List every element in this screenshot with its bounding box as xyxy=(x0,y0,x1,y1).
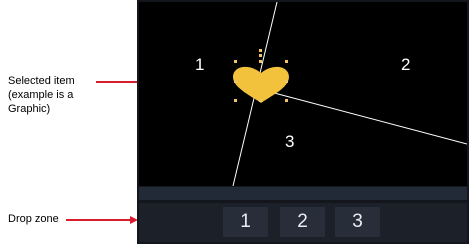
drop-slot-2[interactable]: 2 xyxy=(280,207,325,237)
region-label-3: 3 xyxy=(285,132,295,151)
selection-handle[interactable] xyxy=(285,60,288,63)
stage-canvas[interactable]: 1 2 3 xyxy=(139,2,467,186)
heart-icon xyxy=(233,66,289,103)
stage-bottom-bar xyxy=(139,187,467,200)
selection-handle[interactable] xyxy=(234,80,237,83)
drop-slot-3[interactable]: 3 xyxy=(335,207,380,237)
canvas-frame: 1 2 3 1 2 3 xyxy=(137,0,469,244)
selection-handle[interactable] xyxy=(259,54,262,57)
selection-handle[interactable] xyxy=(285,80,288,83)
selection-handle[interactable] xyxy=(259,60,262,63)
selection-handle[interactable] xyxy=(234,60,237,63)
drop-zone-arrow-icon xyxy=(66,216,138,224)
selection-handle[interactable] xyxy=(234,99,237,102)
stage-drawing xyxy=(232,2,467,186)
selected-item-annotation: Selected item (example is a Graphic) xyxy=(8,75,75,115)
drop-zone-annotation: Drop zone xyxy=(8,213,59,225)
selection-handle[interactable] xyxy=(285,99,288,102)
region-label-2: 2 xyxy=(401,55,411,74)
drop-slot-1[interactable]: 1 xyxy=(223,207,268,237)
selection-handle[interactable] xyxy=(259,49,262,52)
region-label-1: 1 xyxy=(195,55,205,74)
drop-zone[interactable]: 1 2 3 xyxy=(139,203,467,242)
selection-handle[interactable] xyxy=(259,99,262,102)
